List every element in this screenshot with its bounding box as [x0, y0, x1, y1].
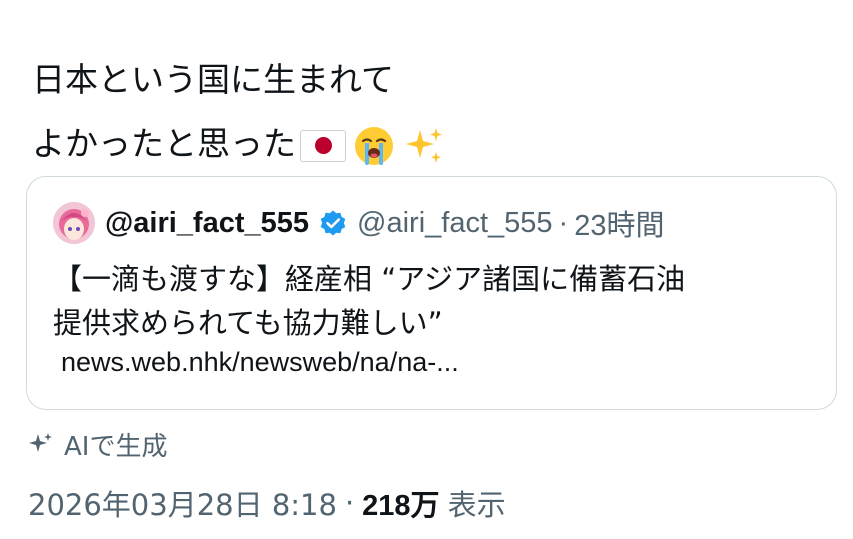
views-label: 表示	[447, 488, 506, 522]
tweet-text-line-2-text: よかったと思った	[32, 124, 296, 163]
tweet-text: 日本という国に生まれて よかったと思った	[32, 48, 822, 176]
loudly-crying-face-icon	[355, 126, 393, 165]
tweet-text-line-2: よかったと思った	[32, 112, 822, 176]
sparkles-icon	[406, 127, 442, 163]
quote-display-name[interactable]: @airi_fact_555	[105, 207, 309, 240]
ai-generated-text: AIで生成	[64, 431, 168, 462]
quote-handle[interactable]: @airi_fact_555	[357, 207, 553, 240]
sparkle-icon	[29, 433, 52, 452]
views-count: 218万	[362, 490, 440, 522]
tweet-meta: 2026年03月28日 8:18 · 218万 表示	[28, 481, 506, 525]
quote-body-line-1: 【一滴も渡すな】経産相 “アジア諸国に備蓄石油	[53, 262, 686, 296]
quote-link[interactable]: news.web.nhk/newsweb/na/na-...	[61, 347, 459, 378]
tweet-text-line-1: 日本という国に生まれて	[32, 60, 395, 99]
verified-badge-icon	[320, 210, 346, 236]
flag-japan-icon	[300, 129, 346, 162]
quote-separator: ·	[558, 206, 569, 239]
tweet-timestamp[interactable]: 2026年03月28日 8:18	[28, 482, 337, 524]
quote-header: @airi_fact_555 @airi_fact_555 · 23時間	[53, 201, 664, 245]
quote-body: 【一滴も渡すな】経産相 “アジア諸国に備蓄石油 提供求められても協力難しい”	[53, 257, 823, 345]
quote-time-ago[interactable]: 23時間	[574, 202, 664, 244]
emoji-row	[300, 124, 446, 168]
quote-body-line-2: 提供求められても協力難しい”	[53, 306, 443, 340]
meta-separator: ·	[344, 486, 355, 520]
ai-generated-label[interactable]: AIで生成	[28, 424, 167, 464]
quoted-tweet-card[interactable]: @airi_fact_555 @airi_fact_555 · 23時間 【一滴…	[26, 176, 837, 410]
avatar[interactable]	[53, 202, 95, 244]
